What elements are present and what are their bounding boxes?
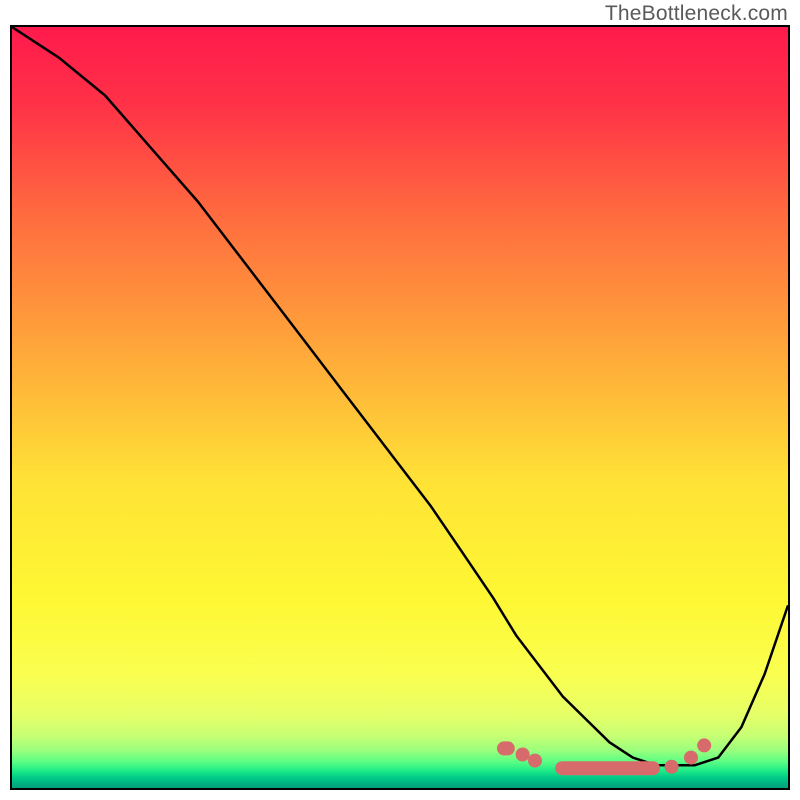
curve-marker-pill [497, 741, 515, 755]
curve-marker-dot [516, 748, 530, 762]
marker-layer [497, 738, 711, 775]
curve-marker-dot [528, 754, 542, 768]
chart-svg [12, 27, 788, 788]
curve-marker-dot [684, 751, 698, 765]
curve-marker-pill [555, 761, 660, 775]
curve-marker-dot [665, 760, 679, 774]
plot-area [10, 25, 790, 790]
bottleneck-curve [12, 27, 788, 765]
curve-marker-dot [697, 738, 711, 752]
chart-canvas: TheBottleneck.com [0, 0, 800, 800]
watermark-text: TheBottleneck.com [605, 2, 788, 26]
